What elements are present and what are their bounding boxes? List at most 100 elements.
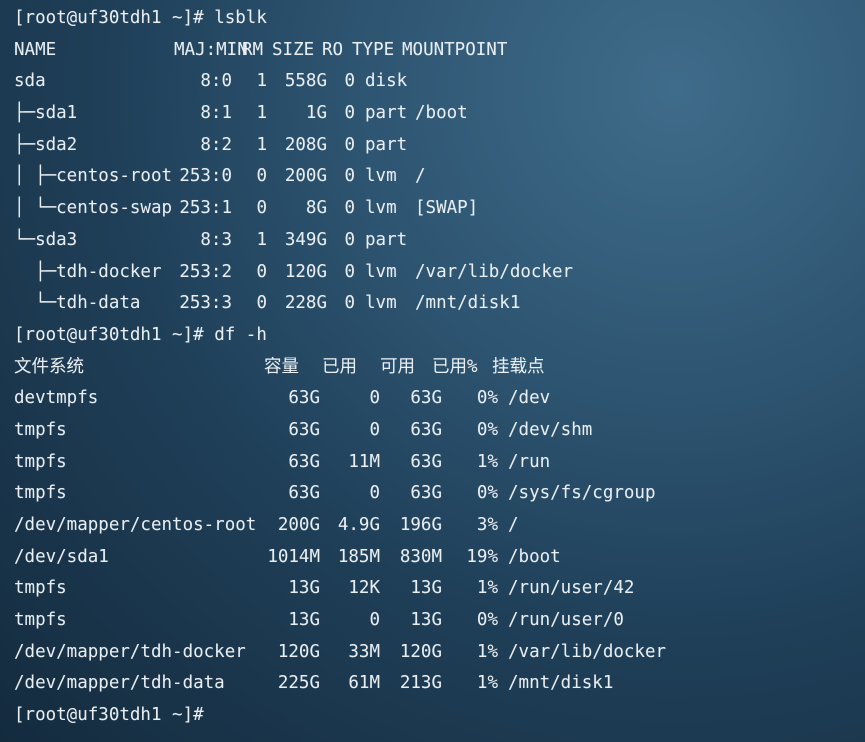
filesystem: tmpfs: [14, 578, 67, 599]
table-row: tmpfs 13G 12K 13G 1% /run/user/42: [14, 573, 865, 605]
column-header: NAME: [14, 39, 57, 60]
size: 558G: [284, 71, 327, 92]
read-only: 0: [344, 229, 355, 250]
use-percent: 0%: [476, 610, 498, 631]
used: 12K: [348, 578, 380, 599]
column-header: MAJ:MIN: [174, 39, 248, 60]
column-header: RM: [242, 39, 264, 60]
size: 120G: [284, 261, 327, 282]
size: 349G: [284, 229, 327, 250]
maj-min: 8:2: [200, 134, 232, 155]
mountpoint: /var/lib/docker: [415, 261, 574, 282]
maj-min: 253:3: [179, 293, 232, 314]
table-row: sda 8:0 1 558G 0 disk: [14, 66, 865, 98]
available: 120G: [399, 641, 442, 662]
shell-prompt: [root@uf30tdh1 ~]#: [14, 324, 204, 345]
use-percent: 1%: [476, 451, 498, 472]
mounted-on: /run: [508, 451, 551, 472]
column-header: 容量: [264, 356, 299, 377]
mounted-on: /dev: [508, 388, 551, 409]
table-row: /dev/mapper/tdh-docker 120G 33M 120G 1% /var/…: [14, 637, 865, 669]
used: 0: [369, 419, 380, 440]
size: 13G: [288, 578, 320, 599]
type: part: [365, 134, 408, 155]
mounted-on: /run/user/42: [508, 578, 635, 599]
filesystem: tmpfs: [14, 483, 67, 504]
available: 63G: [410, 388, 442, 409]
removable: 1: [256, 103, 267, 124]
removable: 1: [256, 134, 267, 155]
mounted-on: /sys/fs/cgroup: [508, 483, 656, 504]
maj-min: 8:3: [200, 229, 232, 250]
type: lvm: [365, 166, 397, 187]
device-name: sda: [14, 71, 46, 92]
table-row: │ ├─centos-root 253:0 0 200G 0 lvm /: [14, 161, 865, 193]
table-row: tmpfs 13G 0 13G 0% /run/user/0: [14, 605, 865, 637]
mountpoint: /: [415, 166, 426, 187]
available: 213G: [399, 673, 442, 694]
used: 33M: [348, 641, 380, 662]
table-row: devtmpfs 63G 0 63G 0% /dev: [14, 383, 865, 415]
read-only: 0: [344, 166, 355, 187]
prompt-line-lsblk: [root@uf30tdh1 ~]# lsblk: [14, 3, 865, 35]
use-percent: 3%: [476, 515, 498, 535]
read-only: 0: [344, 71, 355, 92]
maj-min: 8:1: [200, 103, 232, 124]
filesystem: tmpfs: [14, 419, 67, 440]
filesystem: /dev/mapper/tdh-docker: [14, 641, 246, 662]
table-row: /dev/mapper/centos-root 200G 4.9G 196G 3% /: [14, 510, 865, 542]
type: part: [365, 229, 408, 250]
use-percent: 1%: [476, 578, 498, 599]
size: 200G: [284, 166, 327, 187]
table-row: ├─sda1 8:1 1 1G 0 part/boot: [14, 98, 865, 130]
size: 13G: [288, 610, 320, 631]
column-header: 文件系统: [14, 356, 84, 377]
use-percent: 0%: [476, 419, 498, 440]
read-only: 0: [344, 261, 355, 282]
prompt-line-idle[interactable]: [root@uf30tdh1 ~]#: [14, 700, 865, 732]
used: 0: [369, 610, 380, 631]
mountpoint: /mnt/disk1: [415, 293, 521, 314]
removable: 1: [256, 71, 267, 92]
filesystem: tmpfs: [14, 610, 67, 631]
mounted-on: /boot: [508, 546, 561, 567]
table-row: ├─tdh-docker 253:2 0 120G 0 lvm/var/lib/docke…: [14, 257, 865, 289]
column-header: 已用: [322, 356, 357, 377]
used: 0: [369, 483, 380, 504]
size: 63G: [288, 419, 320, 440]
device-name: └─sda3: [14, 229, 78, 250]
table-row: tmpfs 63G 0 63G 0% /sys/fs/cgroup: [14, 478, 865, 510]
used: 0: [369, 388, 380, 409]
mountpoint: /boot: [415, 103, 468, 124]
filesystem: /dev/mapper/tdh-data: [14, 673, 225, 694]
table-row: └─tdh-data 253:3 0 228G 0 lvm/mnt/disk1: [14, 288, 865, 320]
lsblk-header-row: NAME MAJ:MINRM SIZE RO TYPE MOUNTPOINT: [14, 35, 865, 67]
terminal-window[interactable]: [root@uf30tdh1 ~]# lsblk NAME MAJ:MINRM SI…: [0, 0, 865, 742]
shell-prompt: [root@uf30tdh1 ~]#: [14, 8, 204, 28]
table-row: ├─sda2 8:2 1 208G 0 part: [14, 130, 865, 162]
column-header: 挂载点: [492, 356, 545, 377]
size: 208G: [284, 134, 327, 155]
mounted-on: /mnt/disk1: [508, 673, 614, 694]
table-row: └─sda3 8:3 1 349G 0 part: [14, 225, 865, 257]
table-row: │ └─centos-swap 253:1 0 8G 0 lvm [SWAP]: [14, 193, 865, 225]
available: 63G: [410, 451, 442, 472]
prompt-line-df: [root@uf30tdh1 ~]# df -h: [14, 320, 865, 352]
maj-min: 253:0: [179, 166, 232, 187]
size: 225G: [277, 673, 320, 694]
column-header: TYPE: [352, 39, 395, 60]
used: 185M: [337, 546, 380, 567]
type: part: [365, 103, 408, 124]
size: 1014M: [267, 546, 320, 567]
read-only: 0: [344, 293, 355, 314]
column-header: 已用%: [432, 356, 478, 377]
table-row: tmpfs 63G 11M 63G 1% /run: [14, 447, 865, 479]
size: 8G: [305, 198, 327, 219]
device-name: ├─sda2: [14, 134, 78, 155]
removable: 0: [256, 198, 267, 219]
device-name: ├─sda1: [14, 103, 78, 124]
command-text: lsblk: [214, 8, 267, 28]
table-row: tmpfs 63G 0 63G 0% /dev/shm: [14, 415, 865, 447]
maj-min: 253:2: [179, 261, 232, 282]
use-percent: 1%: [476, 641, 498, 662]
